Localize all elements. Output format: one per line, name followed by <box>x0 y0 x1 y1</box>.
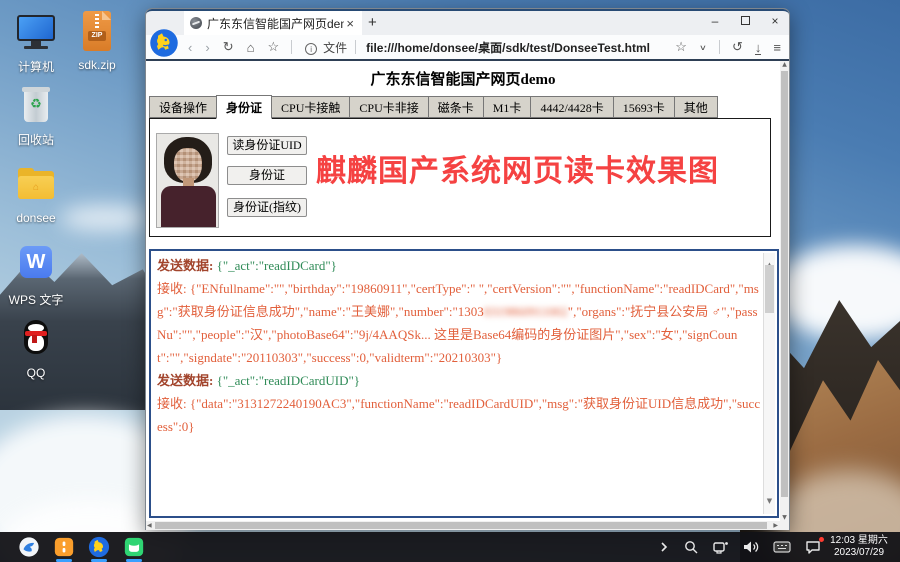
info-icon[interactable]: i <box>305 43 317 55</box>
desktop-icon-sdk-zip[interactable]: ZIP sdk.zip <box>64 10 130 72</box>
divider <box>355 40 356 54</box>
minimize-button[interactable]: – <box>707 14 723 28</box>
log-entry: 接收: {"data":"3131272240190AC3","function… <box>157 392 761 438</box>
divider <box>291 40 292 54</box>
window-titlebar[interactable]: 广东东信智能国产网页demo × + – × <box>146 9 789 35</box>
volume-icon[interactable] <box>742 539 760 555</box>
desktop-icon-label: donsee <box>3 211 69 225</box>
log-entry: 接收: {"ENfullname":"","birthday":"1986091… <box>157 277 761 369</box>
browser-tab[interactable]: 广东东信智能国产网页demo × <box>184 11 362 35</box>
desktop-icon-label: sdk.zip <box>64 58 130 72</box>
browser-toolbar: ‹ › ↻ ⌂ ☆ i 文件 file:///home/donsee/桌面/sd… <box>146 35 789 61</box>
scrollbar-thumb[interactable] <box>155 522 767 529</box>
taskbar: 12:03 星期六 2023/07/29 <box>0 532 900 562</box>
page-tab-M1卡[interactable]: M1卡 <box>483 96 532 118</box>
log-scrollbar[interactable]: ▲ ▼ <box>763 253 775 514</box>
log-entry: 发送数据: {"_act":"readIDCard"} <box>157 254 761 277</box>
cloud <box>60 205 150 231</box>
reload-icon[interactable]: ↻ <box>223 39 234 55</box>
clock-time: 12:03 星期六 <box>826 535 892 547</box>
input-method-keyboard-icon[interactable] <box>773 540 791 554</box>
desktop-icon-label: WPS 文字 <box>3 291 69 308</box>
desktop-icon-label: 计算机 <box>3 58 69 75</box>
history-undo-icon[interactable]: ↺ <box>732 39 743 55</box>
forward-icon[interactable]: › <box>205 40 209 55</box>
log-content: 发送数据: {"_act":"readIDCard"}接收: {"ENfulln… <box>157 254 761 438</box>
idcard-panel: 读身份证UID 身份证 身份证(指纹) 麒麟国产系统网页读卡效果图 <box>149 118 771 237</box>
browser-tab-title: 广东东信智能国产网页demo <box>207 15 344 32</box>
page-tab-身份证[interactable]: 身份证 <box>216 95 272 119</box>
home-icon[interactable]: ⌂ <box>247 40 255 55</box>
back-icon[interactable]: ‹ <box>188 40 192 55</box>
desktop-icon-label: 回收站 <box>3 131 69 148</box>
green-app-button[interactable] <box>123 536 145 558</box>
close-button[interactable]: × <box>767 14 783 28</box>
page-tab-磁条卡[interactable]: 磁条卡 <box>428 96 484 118</box>
tray-expand-chevron-icon[interactable] <box>658 539 670 555</box>
divider <box>719 40 720 54</box>
desktop-icon-wps[interactable]: W WPS 文字 <box>3 243 69 308</box>
log-entry: 发送数据: {"_act":"readIDCardUID"} <box>157 369 761 392</box>
read-idcard-fingerprint-button[interactable]: 身份证(指纹) <box>227 198 307 217</box>
maximize-button[interactable] <box>737 14 753 28</box>
desktop-icon-recycle-bin[interactable]: ♻ 回收站 <box>3 83 69 148</box>
search-icon[interactable] <box>683 539 699 555</box>
browser-window: 广东东信智能国产网页demo × + – × ‹ › ↻ ⌂ ☆ i 文件 fi… <box>145 8 790 530</box>
start-menu-button[interactable] <box>18 536 40 558</box>
download-icon[interactable]: ↓ <box>755 43 762 55</box>
log-textarea[interactable]: 发送数据: {"_act":"readIDCard"}接收: {"ENfulln… <box>149 249 779 518</box>
clock-date: 2023/07/29 <box>826 547 892 559</box>
page-tabstrip: 设备操作身份证CPU卡接触CPU卡非接磁条卡M1卡4442/4428卡15693… <box>149 95 718 118</box>
new-tab-button[interactable]: + <box>368 14 377 31</box>
red-watermark-text: 麒麟国产系统网页读卡效果图 <box>316 146 719 190</box>
notification-dot <box>819 537 824 542</box>
page-title: 广东东信智能国产网页demo <box>146 68 780 89</box>
desktop-icon-label: QQ <box>3 366 69 380</box>
scroll-down-icon[interactable]: ▼ <box>764 490 775 513</box>
tab-close-icon[interactable]: × <box>344 16 356 31</box>
page-tab-4442/4428卡[interactable]: 4442/4428卡 <box>530 96 613 118</box>
scroll-down-icon[interactable]: ▼ <box>780 514 789 521</box>
scroll-right-icon[interactable]: ▶ <box>773 521 778 530</box>
network-icon[interactable] <box>712 539 729 555</box>
zip-file-icon: ZIP <box>75 10 119 54</box>
browser-taskbar-button[interactable] <box>88 536 110 558</box>
page-horizontal-scrollbar[interactable]: ◀ ▶ <box>146 521 789 530</box>
computer-icon <box>14 10 58 54</box>
scroll-up-icon[interactable]: ▲ <box>780 61 789 68</box>
page-tab-CPU卡非接[interactable]: CPU卡非接 <box>349 96 428 118</box>
desktop-icon-donsee-folder[interactable]: ⌂ donsee <box>3 163 69 225</box>
folder-icon: ⌂ <box>14 163 58 207</box>
scrollbar-thumb[interactable] <box>781 71 788 497</box>
protocol-label: 文件 <box>323 39 347 56</box>
page-favicon-globe-icon <box>190 17 202 29</box>
idcard-photo <box>156 133 219 228</box>
read-idcard-uid-button[interactable]: 读身份证UID <box>227 136 307 155</box>
wps-icon: W <box>14 243 58 287</box>
scrollbar-thumb[interactable] <box>765 265 774 313</box>
page-vertical-scrollbar[interactable]: ▲ ▼ <box>780 61 789 521</box>
favorite-star-icon[interactable]: ☆ <box>675 39 687 55</box>
page-tab-其他[interactable]: 其他 <box>674 96 718 118</box>
address-bar[interactable]: file:///home/donsee/桌面/sdk/test/DonseeTe… <box>366 39 663 56</box>
qq-penguin-icon <box>14 318 58 362</box>
bookmark-star-icon[interactable]: ☆ <box>267 39 279 55</box>
notification-bubble-icon[interactable] <box>804 539 822 555</box>
desktop-screen: 计算机 ZIP sdk.zip ♻ 回收站 ⌂ donsee W WPS 文字 … <box>0 0 900 562</box>
scroll-left-icon[interactable]: ◀ <box>147 521 152 530</box>
recycle-bin-icon: ♻ <box>14 83 58 127</box>
page-tab-设备操作[interactable]: 设备操作 <box>149 96 217 118</box>
desktop-icon-computer[interactable]: 计算机 <box>3 10 69 75</box>
taskbar-clock[interactable]: 12:03 星期六 2023/07/29 <box>826 535 892 559</box>
desktop-icon-qq[interactable]: QQ <box>3 318 69 380</box>
page-tab-CPU卡接触[interactable]: CPU卡接触 <box>271 96 350 118</box>
read-idcard-button[interactable]: 身份证 <box>227 166 307 185</box>
page-tab-15693卡[interactable]: 15693卡 <box>613 96 675 118</box>
menu-icon[interactable]: ≡ <box>773 40 781 55</box>
chevron-down-icon[interactable]: ∨ <box>699 42 707 51</box>
browser-logo-tiger-icon <box>149 28 179 58</box>
file-manager-button[interactable] <box>53 536 75 558</box>
page-content: 广东东信智能国产网页demo 设备操作身份证CPU卡接触CPU卡非接磁条卡M1卡… <box>146 61 789 530</box>
